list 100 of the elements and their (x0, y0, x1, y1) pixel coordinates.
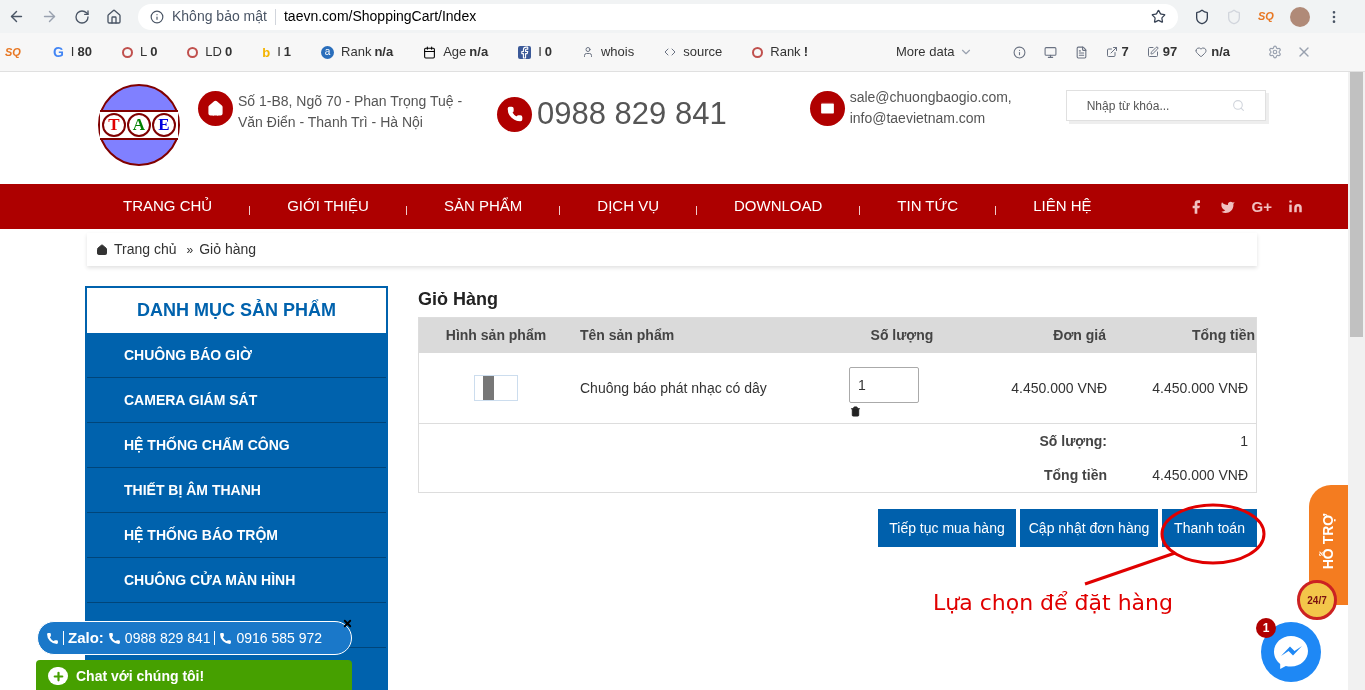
category-item[interactable]: CHUÔNG CỬA MÀN HÌNH (87, 558, 386, 603)
mail-icon (809, 91, 845, 126)
more-data-button[interactable]: More data (895, 42, 973, 62)
close-icon[interactable] (342, 618, 353, 629)
phone-icon (107, 631, 121, 645)
category-item[interactable]: HỆ THỐNG BÁO TRỘM (87, 513, 386, 558)
google-plus-icon[interactable]: G+ (1251, 199, 1272, 214)
alexa-a-icon: a (321, 45, 335, 59)
logo[interactable]: T A E (98, 84, 180, 166)
breadcrumb-separator: » (186, 241, 194, 259)
cart-button[interactable]: Cập nhật đơn hàng (1020, 509, 1158, 547)
scrollbar[interactable] (1348, 72, 1365, 690)
back-icon[interactable] (8, 8, 25, 25)
nav-link[interactable]: DOWNLOAD (733, 195, 823, 218)
zalo-label: Zalo: (68, 627, 104, 648)
nav-link[interactable]: LIÊN HỆ (1033, 195, 1092, 218)
monitor-icon (1043, 45, 1057, 59)
security-label: Không bảo mật (172, 7, 267, 26)
zalo-contact-bar[interactable]: Zalo: 0988 829 841 0916 585 972 (37, 621, 352, 655)
column-header: Số lượng (869, 326, 935, 345)
phone-number: 0988 829 841 (124, 628, 211, 648)
linkedin-icon[interactable] (1288, 199, 1303, 214)
seo-metric[interactable]: LD 0 (205, 42, 233, 62)
bookmark-star-icon[interactable] (1151, 9, 1166, 24)
phone-icon (219, 631, 233, 645)
user-icon (582, 46, 594, 58)
column-header: Tên sản phẩm (579, 326, 676, 345)
trash-icon[interactable] (850, 406, 861, 417)
notification-badge: 1 (1256, 618, 1276, 638)
phone-icon (497, 96, 532, 132)
seo-metric[interactable]: L 0 (139, 42, 158, 62)
annotation-text: Lựa chọn để đặt hàng (933, 589, 1173, 617)
summary-value: 1 (1239, 431, 1249, 451)
cart-button[interactable]: Tiếp tục mua hàng (878, 509, 1016, 547)
column-header: Đơn giá (1052, 326, 1107, 345)
category-item[interactable]: HỆ THỐNG CHẤM CÔNG (87, 423, 386, 468)
google-g-icon: G (52, 45, 64, 59)
category-item[interactable]: THIẾT BỊ ÂM THANH (87, 468, 386, 513)
unit-price: 4.450.000 VNĐ (1010, 378, 1107, 398)
info-icon (1012, 45, 1026, 59)
logo-letter: T (102, 113, 126, 137)
reload-icon[interactable] (74, 8, 90, 25)
nav-link[interactable]: TIN TỨC (897, 195, 959, 218)
search-field[interactable]: Nhập từ khóa... (1065, 90, 1266, 121)
sidebar-title: DANH MỤC SẢN PHẨM (87, 288, 386, 333)
home-icon (96, 243, 108, 256)
address-text: Số 1-B8, Ngõ 70 - Phan Trọng Tuệ - Văn Điển - Thanh Trì - Hà Nội (238, 92, 464, 132)
nav-link[interactable]: SẢN PHẨM (443, 195, 523, 218)
address-bar[interactable]: Không bảo mật taevn.com/ShoppingCart/Index (138, 3, 1178, 30)
ring-icon (121, 46, 133, 58)
breadcrumb-link[interactable]: Trang chủ (114, 239, 177, 260)
seo-metric[interactable]: I 80 (70, 42, 92, 62)
seo-metric: 97 (1162, 43, 1178, 62)
seo-metric[interactable]: Age n/a (443, 42, 489, 62)
url-text: taevn.com/ShoppingCart/Index (283, 7, 478, 26)
column-header: Hình sản phẩm (444, 326, 548, 345)
avatar-icon[interactable] (1289, 6, 1310, 27)
messenger-button[interactable] (1261, 622, 1321, 682)
seo-metric: n/a (1211, 43, 1230, 62)
seo-metric[interactable]: Rank n/a (341, 42, 394, 62)
calendar-icon (423, 45, 437, 59)
code-icon (664, 46, 677, 58)
support-badge: 24/7 (1297, 580, 1337, 620)
summary-label: Tổng tiền (1044, 465, 1107, 485)
summary-value: 4.450.000 VNĐ (1151, 465, 1249, 485)
email-text: sale@chuongbaogio.com, info@taevietnam.com (849, 88, 1013, 128)
seo-metric[interactable]: I 1 (277, 42, 292, 62)
document-icon (1074, 45, 1088, 59)
category-item[interactable]: CHUÔNG BÁO GIỜ (87, 333, 386, 378)
home-icon[interactable] (106, 8, 122, 25)
ring-icon (752, 46, 764, 58)
nav-link[interactable]: GIỚI THIỆU (287, 195, 369, 218)
nav-link[interactable]: TRANG CHỦ (123, 195, 213, 218)
info-icon (150, 9, 164, 24)
product-name[interactable]: Chuông báo phát nhạc có dây (573, 377, 827, 399)
facebook-icon (518, 45, 532, 59)
seo-metric[interactable]: source (683, 42, 723, 62)
extension-shield-icon[interactable] (1194, 8, 1210, 25)
cart-button[interactable]: Thanh toán (1162, 509, 1257, 547)
column-header: Tổng tiền (1191, 326, 1256, 345)
seo-metric[interactable]: whois (601, 42, 635, 62)
summary-label: Số lượng: (1039, 431, 1107, 451)
category-item[interactable]: CAMERA GIÁM SÁT (87, 378, 386, 423)
messenger-icon (1273, 635, 1309, 669)
seo-metric[interactable]: Rank ! (770, 42, 808, 62)
line-total: 4.450.000 VNĐ (1151, 378, 1249, 398)
bing-b-icon: b (262, 45, 271, 59)
cart-title: Giỏ Hàng (418, 288, 499, 308)
breadcrumb-current: Giỏ hàng (199, 240, 257, 259)
phone-number: 0916 585 972 (236, 628, 323, 648)
seo-metric: 7 (1121, 43, 1129, 62)
quantity-field[interactable]: 1 (849, 367, 919, 403)
external-link-icon (1105, 46, 1118, 58)
ring-icon (187, 46, 199, 58)
product-thumbnail (474, 375, 518, 401)
seo-logo-icon: SQ (5, 43, 21, 61)
nav-link[interactable]: DỊCH VỤ (597, 195, 659, 218)
heart-icon (1195, 46, 1208, 58)
search-icon (1231, 99, 1245, 112)
seo-metric[interactable]: I 0 (538, 42, 552, 62)
